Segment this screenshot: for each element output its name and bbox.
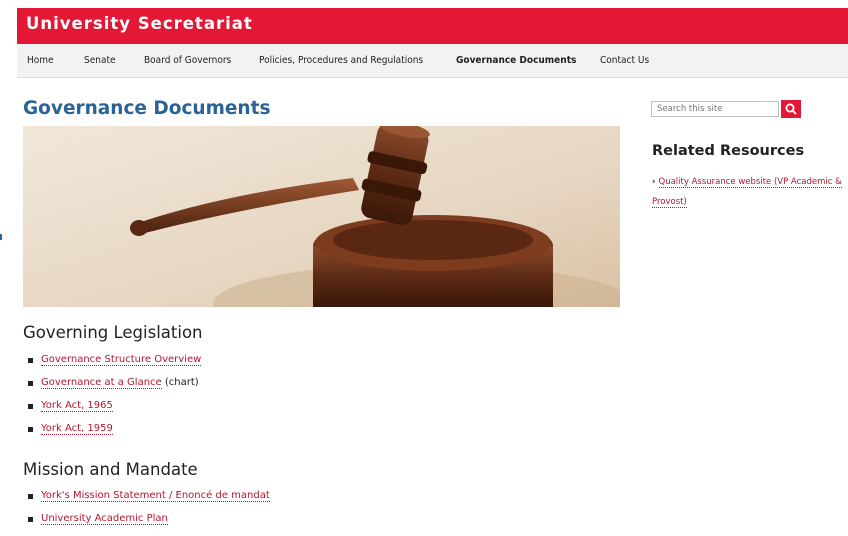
doc-link[interactable]: York Act, 1959 xyxy=(41,423,113,435)
site-banner: University Secretariat xyxy=(17,8,848,44)
related-resource-item: › Quality Assurance website (VP Academic … xyxy=(652,172,844,212)
doc-link[interactable]: Governance Structure Overview xyxy=(41,354,202,366)
doc-link[interactable]: York Act, 1965 xyxy=(41,400,113,412)
bullet-icon xyxy=(28,358,33,363)
related-resources-heading: Related Resources xyxy=(652,143,805,159)
bullet-icon xyxy=(28,381,33,386)
bullet-icon xyxy=(28,404,33,409)
mission-and-mandate-list: York's Mission Statement / Enoncé de man… xyxy=(23,490,270,536)
nav-item-board-of-governors[interactable]: Board of Governors xyxy=(144,55,231,66)
section-heading-mission-and-mandate: Mission and Mandate xyxy=(23,460,198,479)
doc-link[interactable]: Governance at a Glance xyxy=(41,377,162,389)
chevron-right-icon: › xyxy=(652,177,656,187)
search-icon xyxy=(785,103,797,115)
section-heading-governing-legislation: Governing Legislation xyxy=(23,323,203,342)
search-input[interactable] xyxy=(651,101,779,117)
hero-image-gavel xyxy=(23,126,620,307)
nav-item-policies[interactable]: Policies, Procedures and Regulations xyxy=(259,55,423,66)
link-note: (chart) xyxy=(161,377,199,388)
main-nav: Home Senate Board of Governors Policies,… xyxy=(17,44,848,78)
nav-item-home[interactable]: Home xyxy=(27,55,54,66)
edge-artifact xyxy=(0,234,2,240)
related-resource-link[interactable]: Quality Assurance website (VP Academic &… xyxy=(652,177,842,208)
doc-link[interactable]: York's Mission Statement / Enoncé de man… xyxy=(41,490,270,502)
nav-item-senate[interactable]: Senate xyxy=(84,55,116,66)
search-button[interactable] xyxy=(781,100,801,118)
list-item: Governance at a Glance (chart) xyxy=(23,377,201,400)
governing-legislation-list: Governance Structure Overview Governance… xyxy=(23,354,202,446)
bullet-icon xyxy=(28,517,33,522)
doc-link[interactable]: University Academic Plan xyxy=(41,513,168,525)
site-title[interactable]: University Secretariat xyxy=(26,14,253,33)
bullet-icon xyxy=(28,494,33,499)
list-item: York Act, 1965 xyxy=(23,400,201,423)
bullet-icon xyxy=(28,427,33,432)
nav-item-contact-us[interactable]: Contact Us xyxy=(600,55,649,66)
list-item: Governance Structure Overview xyxy=(23,354,202,377)
page-title: Governance Documents xyxy=(23,98,271,119)
list-item: York's Mission Statement / Enoncé de man… xyxy=(23,490,270,513)
list-item: York Act, 1959 xyxy=(23,423,201,446)
nav-item-governance-documents[interactable]: Governance Documents xyxy=(456,55,576,66)
